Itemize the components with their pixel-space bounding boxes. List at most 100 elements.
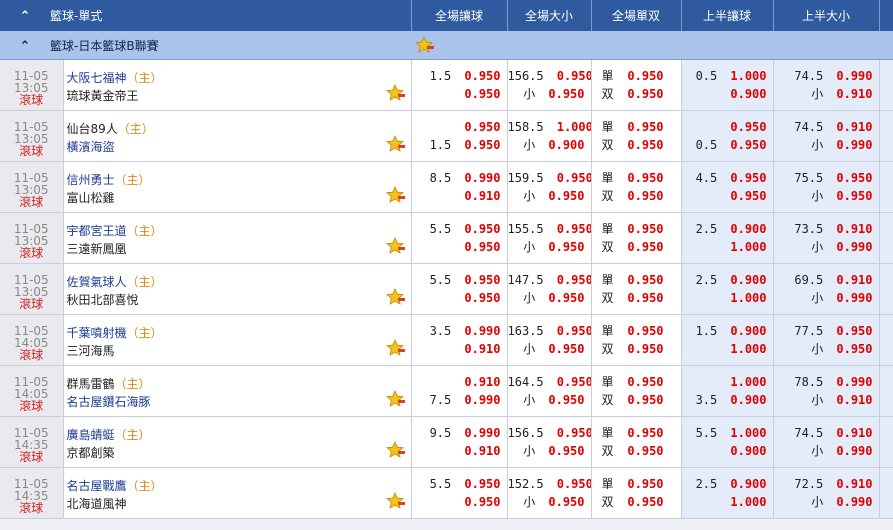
odds-value[interactable]: 1.000 xyxy=(725,289,766,307)
odds-value[interactable]: 0.950 xyxy=(622,289,663,307)
odds-value[interactable]: 0.950 xyxy=(459,85,500,103)
odds-value[interactable]: 0.950 xyxy=(459,493,500,511)
odds-value[interactable]: 0.950 xyxy=(831,169,872,187)
odds-value[interactable]: 0.990 xyxy=(459,322,500,340)
team2-name[interactable]: 三河海馬 xyxy=(67,344,115,358)
favorite-star-icon[interactable] xyxy=(385,135,406,153)
odds-value[interactable]: 0.950 xyxy=(543,187,584,205)
odds-value[interactable]: 0.950 xyxy=(622,67,663,85)
odds-value[interactable]: 0.990 xyxy=(831,493,872,511)
odds-value[interactable]: 0.950 xyxy=(551,67,590,85)
favorite-star-icon[interactable] xyxy=(385,492,406,510)
odds-value[interactable]: 0.900 xyxy=(543,136,584,154)
odds-value[interactable]: 1.000 xyxy=(725,373,766,391)
odds-value[interactable]: 1.000 xyxy=(551,118,590,136)
odds-value[interactable]: 0.990 xyxy=(459,424,500,442)
col-full-over-under[interactable]: 全場大小 xyxy=(507,0,592,31)
odds-value[interactable]: 0.950 xyxy=(622,475,663,493)
odds-value[interactable]: 0.900 xyxy=(725,442,766,460)
odds-value[interactable]: 0.950 xyxy=(543,85,584,103)
odds-value[interactable]: 0.990 xyxy=(831,289,872,307)
odds-value[interactable]: 0.950 xyxy=(543,493,584,511)
odds-value[interactable]: 0.950 xyxy=(622,424,663,442)
team2-name[interactable]: 橫濱海盜 xyxy=(67,140,115,154)
odds-value[interactable]: 0.950 xyxy=(725,136,766,154)
odds-value[interactable]: 0.950 xyxy=(543,391,584,409)
team1-name[interactable]: 千葉噴射機 xyxy=(67,326,127,340)
favorite-star-icon[interactable] xyxy=(385,84,406,102)
odds-value[interactable]: 0.950 xyxy=(551,220,590,238)
odds-value[interactable]: 0.950 xyxy=(551,373,590,391)
team2-name[interactable]: 京都創築 xyxy=(67,446,115,460)
odds-value[interactable]: 0.950 xyxy=(459,67,500,85)
team1-name[interactable]: 名古屋戰鷹 xyxy=(67,479,127,493)
odds-value[interactable]: 0.950 xyxy=(725,118,766,136)
odds-value[interactable]: 0.950 xyxy=(459,220,500,238)
odds-value[interactable]: 0.950 xyxy=(831,187,872,205)
odds-value[interactable]: 0.950 xyxy=(459,271,500,289)
col-full-handicap[interactable]: 全場讓球 xyxy=(411,0,508,31)
odds-value[interactable]: 0.990 xyxy=(459,169,500,187)
odds-value[interactable]: 0.950 xyxy=(622,442,663,460)
odds-value[interactable]: 0.950 xyxy=(622,493,663,511)
odds-value[interactable]: 0.950 xyxy=(831,322,872,340)
team2-name[interactable]: 秋田北部喜悅 xyxy=(67,293,139,307)
odds-value[interactable]: 1.000 xyxy=(725,424,766,442)
odds-value[interactable]: 0.910 xyxy=(831,85,872,103)
odds-value[interactable]: 0.950 xyxy=(622,136,663,154)
odds-value[interactable]: 0.990 xyxy=(831,373,872,391)
odds-value[interactable]: 0.910 xyxy=(459,442,500,460)
team1-name[interactable]: 信州勇士 xyxy=(67,173,115,187)
favorite-star-icon[interactable] xyxy=(385,441,406,459)
odds-value[interactable]: 0.950 xyxy=(622,187,663,205)
odds-value[interactable]: 0.950 xyxy=(543,340,584,358)
odds-value[interactable]: 0.950 xyxy=(725,169,766,187)
team2-name[interactable]: 富山松雞 xyxy=(67,191,115,205)
odds-value[interactable]: 0.950 xyxy=(551,475,590,493)
favorite-star-icon[interactable] xyxy=(385,288,406,306)
odds-value[interactable]: 1.000 xyxy=(725,67,766,85)
odds-value[interactable]: 0.990 xyxy=(831,238,872,256)
league-favorite-star-icon[interactable] xyxy=(415,36,435,54)
odds-value[interactable]: 0.910 xyxy=(831,475,872,493)
odds-value[interactable]: 0.990 xyxy=(459,391,500,409)
odds-value[interactable]: 0.950 xyxy=(622,85,663,103)
odds-value[interactable]: 0.950 xyxy=(543,238,584,256)
team1-name[interactable]: 宇都宮王道 xyxy=(67,224,127,238)
odds-value[interactable]: 0.900 xyxy=(725,220,766,238)
odds-value[interactable]: 0.950 xyxy=(622,373,663,391)
odds-value[interactable]: 0.910 xyxy=(459,373,500,391)
team2-name[interactable]: 琉球黃金帝王 xyxy=(67,89,139,103)
odds-value[interactable]: 0.950 xyxy=(622,220,663,238)
odds-value[interactable]: 0.950 xyxy=(622,118,663,136)
odds-value[interactable]: 0.950 xyxy=(551,271,590,289)
odds-value[interactable]: 0.900 xyxy=(725,85,766,103)
odds-value[interactable]: 0.950 xyxy=(459,136,500,154)
odds-value[interactable]: 0.950 xyxy=(622,322,663,340)
odds-value[interactable]: 0.990 xyxy=(831,136,872,154)
odds-value[interactable]: 0.950 xyxy=(622,391,663,409)
odds-value[interactable]: 0.950 xyxy=(622,238,663,256)
team2-name[interactable]: 北海道風神 xyxy=(67,497,127,511)
odds-value[interactable]: 0.950 xyxy=(543,442,584,460)
odds-value[interactable]: 0.950 xyxy=(551,424,590,442)
team1-name[interactable]: 仙台89人 xyxy=(67,122,118,136)
odds-value[interactable]: 0.950 xyxy=(622,340,663,358)
favorite-star-icon[interactable] xyxy=(385,186,406,204)
odds-value[interactable]: 0.950 xyxy=(543,289,584,307)
odds-value[interactable]: 0.950 xyxy=(459,118,500,136)
odds-value[interactable]: 0.900 xyxy=(725,271,766,289)
odds-value[interactable]: 0.910 xyxy=(831,271,872,289)
odds-value[interactable]: 0.950 xyxy=(831,340,872,358)
col-full-odd-even[interactable]: 全場單双 xyxy=(591,0,682,31)
favorite-star-icon[interactable] xyxy=(385,390,406,408)
odds-value[interactable]: 0.950 xyxy=(622,271,663,289)
odds-value[interactable]: 0.950 xyxy=(551,169,590,187)
odds-value[interactable]: 0.900 xyxy=(725,475,766,493)
team1-name[interactable]: 群馬雷鶴 xyxy=(67,377,115,391)
odds-value[interactable]: 0.910 xyxy=(831,118,872,136)
odds-value[interactable]: 0.910 xyxy=(831,424,872,442)
odds-value[interactable]: 0.910 xyxy=(831,391,872,409)
odds-value[interactable]: 0.900 xyxy=(725,391,766,409)
odds-value[interactable]: 0.910 xyxy=(831,220,872,238)
